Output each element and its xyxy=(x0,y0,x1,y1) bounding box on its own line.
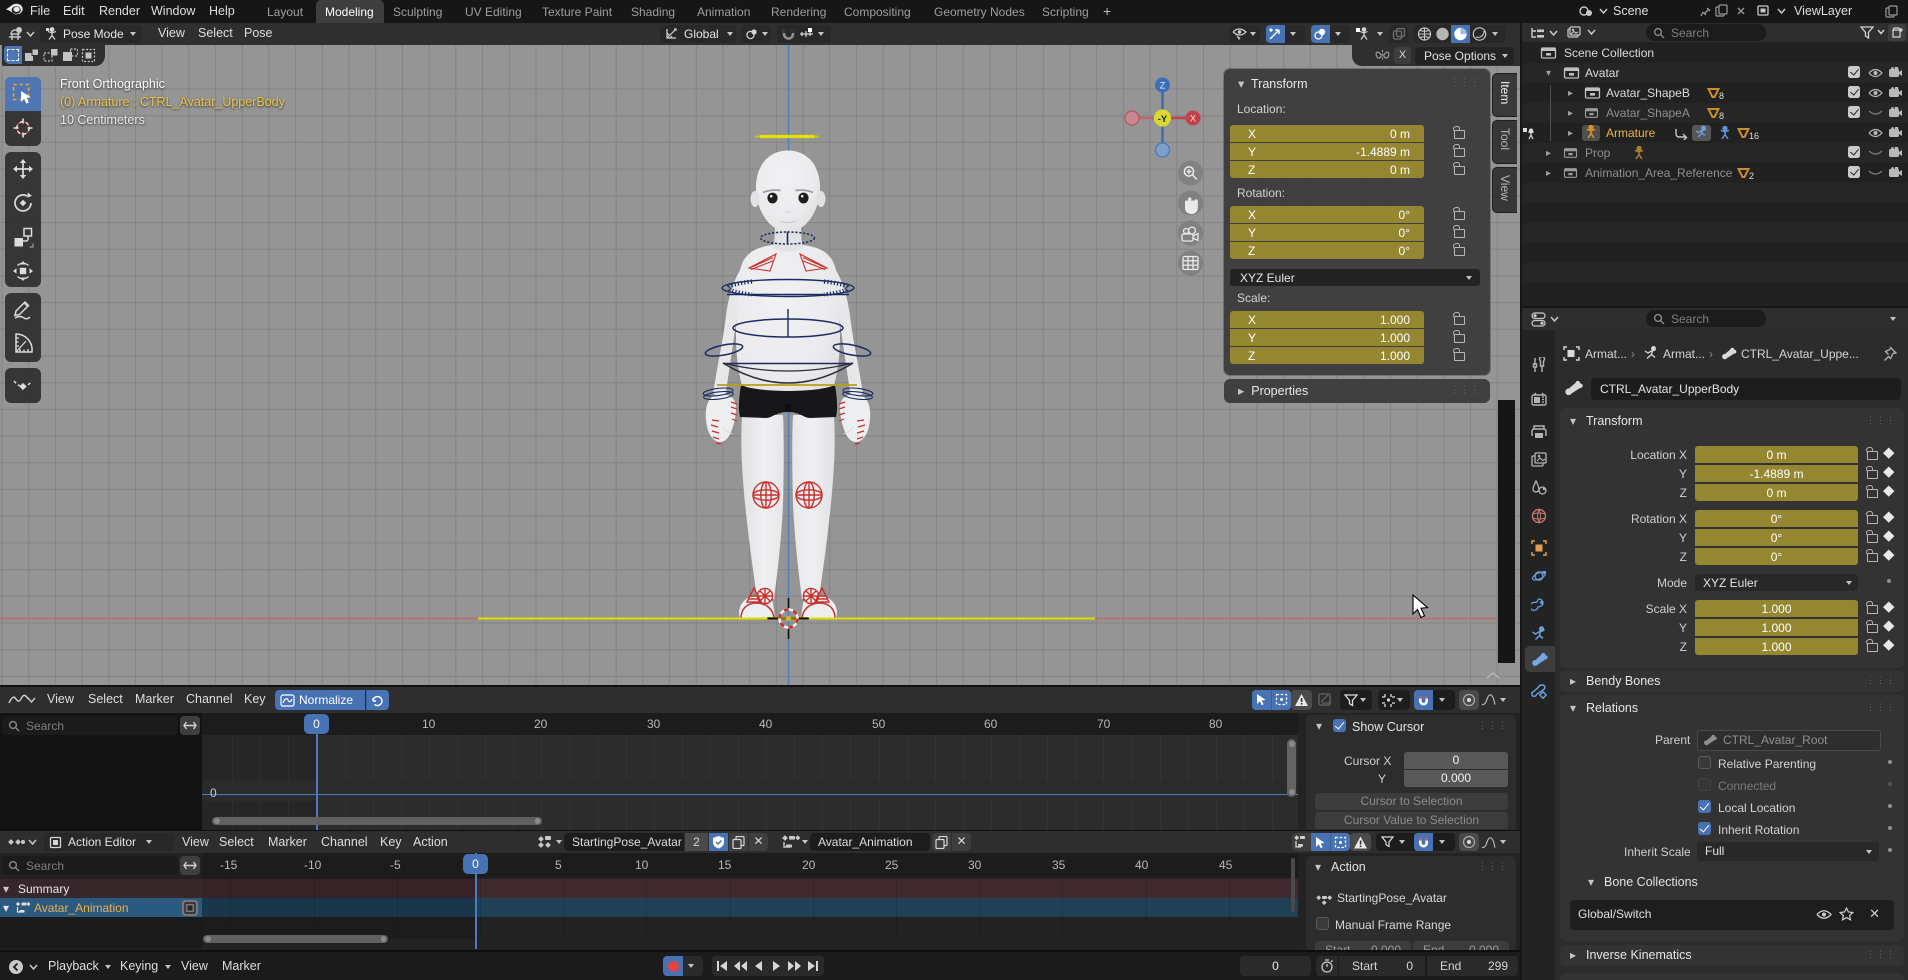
svg-text:X: X xyxy=(1190,114,1196,124)
svg-text:-Y: -Y xyxy=(1158,114,1168,125)
svg-text:Z: Z xyxy=(1160,81,1166,91)
